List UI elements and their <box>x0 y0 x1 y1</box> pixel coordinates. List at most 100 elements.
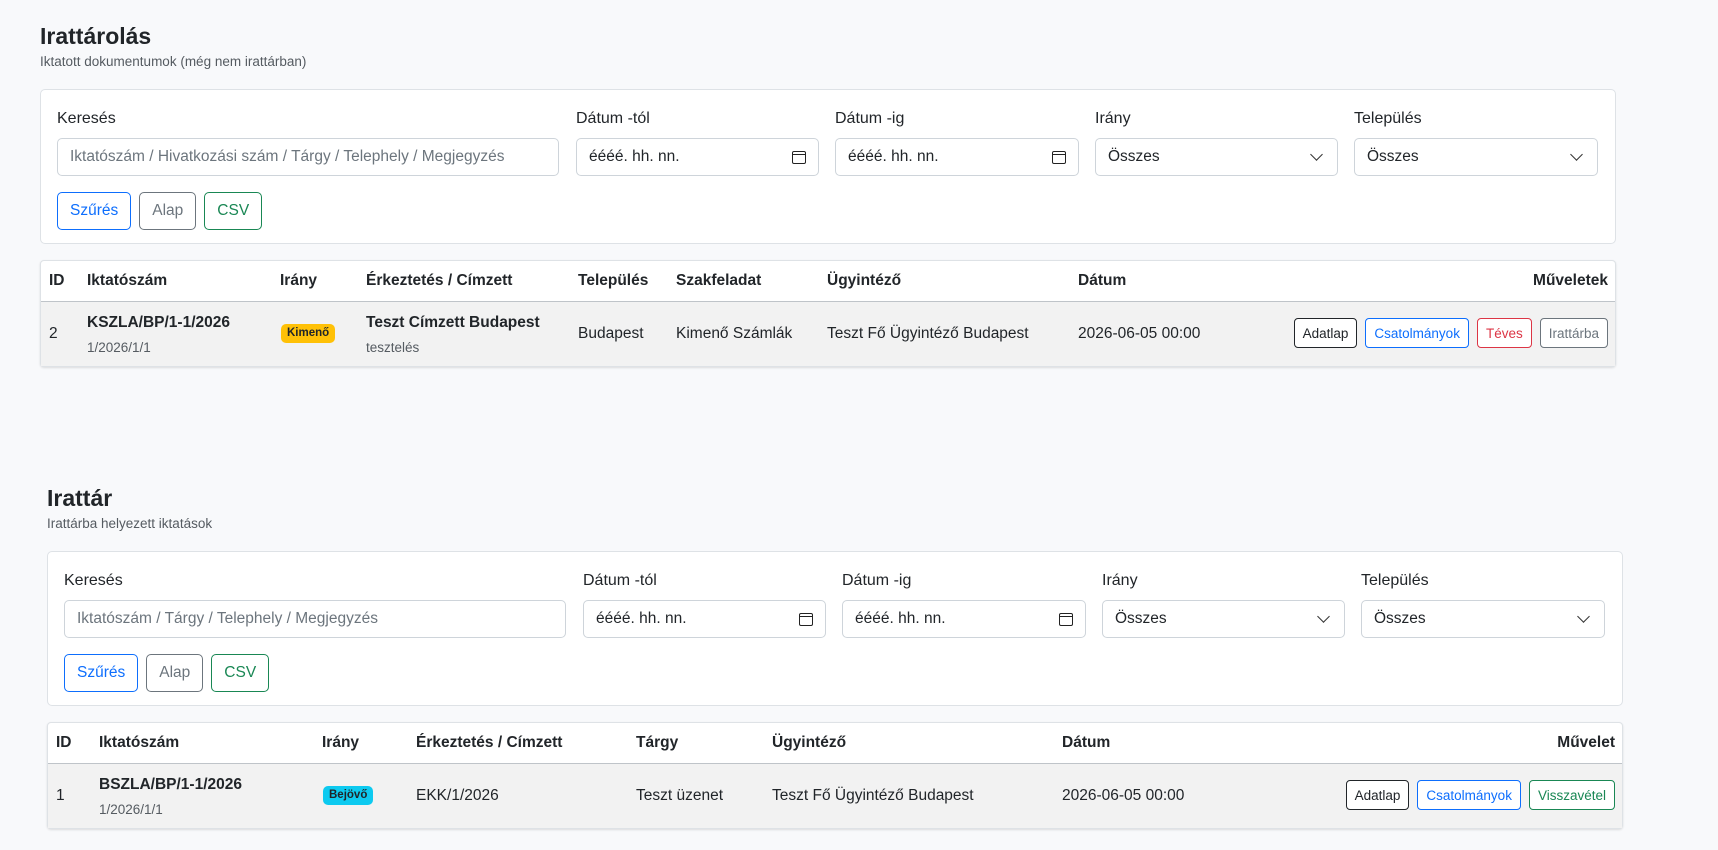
date-from-group: Dátum -tól éééé. hh. nn. <box>583 571 826 638</box>
wrong-button[interactable]: Téves <box>1476 318 1532 348</box>
col-subject: Tárgy <box>636 734 679 751</box>
direction-value: Összes <box>1108 148 1160 165</box>
settlement-label: Település <box>1354 110 1422 127</box>
date-to-label: Dátum -ig <box>842 572 912 589</box>
row-date: 2026-06-05 00:00 <box>1078 325 1201 342</box>
row-task: Kimenő Számlák <box>676 325 793 342</box>
col-date: Dátum <box>1078 272 1127 289</box>
archiving-section: Irattárolás Iktatott dokumentumok (még n… <box>40 22 1616 367</box>
filter-button[interactable]: Szűrés <box>57 192 132 230</box>
details-button[interactable]: Adatlap <box>1345 780 1410 810</box>
settlement-value: Összes <box>1367 148 1419 165</box>
calendar-icon[interactable] <box>799 612 813 626</box>
col-date: Dátum <box>1062 734 1111 751</box>
direction-group: Irány Összes <box>1102 571 1345 638</box>
col-task: Szakfeladat <box>676 272 762 289</box>
date-from-placeholder: éééé. hh. nn. <box>596 610 687 627</box>
page-subtitle: Irattárba helyezett iktatások <box>47 516 213 531</box>
csv-button[interactable]: CSV <box>211 654 270 692</box>
documents-table: ID Iktatószám Irány Érkeztetés / Címzett… <box>40 260 1616 367</box>
archive-table: ID Iktatószám Irány Érkeztetés / Címzett… <box>47 722 1623 829</box>
row-reg-sub: 1/2026/1/1 <box>87 340 151 355</box>
col-id: ID <box>56 734 72 751</box>
search-input[interactable]: Iktatószám / Hivatkozási szám / Tárgy / … <box>57 138 559 176</box>
search-placeholder: Iktatószám / Hivatkozási szám / Tárgy / … <box>70 148 505 165</box>
col-direction: Irány <box>322 734 360 751</box>
row-date: 2026-06-05 00:00 <box>1062 787 1185 804</box>
search-group: Keresés Iktatószám / Hivatkozási szám / … <box>57 109 559 176</box>
date-to-label: Dátum -ig <box>835 110 905 127</box>
row-reg-number: KSZLA/BP/1-1/2026 <box>87 314 230 331</box>
row-recipient-sub: tesztelés <box>366 340 420 355</box>
table-row: 1 BSZLA/BP/1-1/2026 1/2026/1/1 Bejövő EK… <box>48 764 1622 828</box>
date-to-input[interactable]: éééé. hh. nn. <box>835 138 1079 176</box>
col-settlement: Település <box>578 272 649 289</box>
row-received: EKK/1/2026 <box>416 787 499 804</box>
direction-label: Irány <box>1102 572 1138 589</box>
col-reg-number: Iktatószám <box>99 734 180 751</box>
search-label: Keresés <box>64 572 123 589</box>
row-id: 2 <box>49 325 58 342</box>
direction-select[interactable]: Összes <box>1095 138 1338 176</box>
search-input[interactable]: Iktatószám / Tárgy / Telephely / Megjegy… <box>64 600 566 638</box>
page-title: Irattár <box>47 485 113 511</box>
date-from-label: Dátum -tól <box>576 110 650 127</box>
date-to-placeholder: éééé. hh. nn. <box>848 148 939 165</box>
table-header: ID Iktatószám Irány Érkeztetés / Címzett… <box>41 261 1615 302</box>
row-officer: Teszt Fő Ügyintéző Budapest <box>772 787 974 804</box>
calendar-icon[interactable] <box>1059 612 1073 626</box>
row-subject: Teszt üzenet <box>636 787 724 804</box>
col-officer: Ügyintéző <box>772 734 847 751</box>
date-to-placeholder: éééé. hh. nn. <box>855 610 946 627</box>
details-button[interactable]: Adatlap <box>1293 318 1358 348</box>
page-subtitle: Iktatott dokumentumok (még nem irattárba… <box>40 54 307 69</box>
settlement-group: Település Összes <box>1361 571 1605 638</box>
date-to-group: Dátum -ig éééé. hh. nn. <box>842 571 1086 638</box>
col-received: Érkeztetés / Címzett <box>416 734 563 751</box>
direction-label: Irány <box>1095 110 1131 127</box>
attachments-button[interactable]: Csatolmányok <box>1365 318 1469 348</box>
row-settlement: Budapest <box>578 325 644 342</box>
reset-button[interactable]: Alap <box>139 192 197 230</box>
settlement-select[interactable]: Összes <box>1354 138 1598 176</box>
chevron-down-icon <box>1317 610 1330 623</box>
row-actions: Adatlap Csatolmányok Téves Irattárba <box>1293 318 1608 348</box>
settlement-group: Település Összes <box>1354 109 1598 176</box>
filter-buttons: Szűrés Alap CSV <box>64 654 270 692</box>
row-reg-number: BSZLA/BP/1-1/2026 <box>99 776 242 793</box>
date-from-input[interactable]: éééé. hh. nn. <box>576 138 819 176</box>
filter-card: Keresés Iktatószám / Tárgy / Telephely /… <box>47 551 1623 706</box>
direction-select[interactable]: Összes <box>1102 600 1345 638</box>
settlement-select[interactable]: Összes <box>1361 600 1605 638</box>
col-officer: Ügyintéző <box>827 272 902 289</box>
reset-button[interactable]: Alap <box>146 654 204 692</box>
chevron-down-icon <box>1577 610 1590 623</box>
row-actions: Adatlap Csatolmányok Visszavétel <box>1345 780 1615 810</box>
direction-badge: Kimenő <box>281 324 336 343</box>
calendar-icon[interactable] <box>792 150 806 164</box>
chevron-down-icon <box>1570 148 1583 161</box>
date-to-group: Dátum -ig éééé. hh. nn. <box>835 109 1079 176</box>
row-officer: Teszt Fő Ügyintéző Budapest <box>827 325 1029 342</box>
date-from-input[interactable]: éééé. hh. nn. <box>583 600 826 638</box>
row-id: 1 <box>56 787 65 804</box>
retrieve-button[interactable]: Visszavétel <box>1528 780 1615 810</box>
filter-buttons: Szűrés Alap CSV <box>57 192 263 230</box>
row-recipient: Teszt Címzett Budapest <box>366 314 540 331</box>
csv-button[interactable]: CSV <box>204 192 263 230</box>
search-group: Keresés Iktatószám / Tárgy / Telephely /… <box>64 571 566 638</box>
page-title: Irattárolás <box>40 23 152 49</box>
settlement-label: Település <box>1361 572 1429 589</box>
col-reg-number: Iktatószám <box>87 272 168 289</box>
col-direction: Irány <box>280 272 318 289</box>
attachments-button[interactable]: Csatolmányok <box>1417 780 1521 810</box>
calendar-icon[interactable] <box>1052 150 1066 164</box>
date-to-input[interactable]: éééé. hh. nn. <box>842 600 1086 638</box>
filter-button[interactable]: Szűrés <box>64 654 139 692</box>
archive-section: Irattár Irattárba helyezett iktatások Ke… <box>47 484 1623 829</box>
date-from-label: Dátum -tól <box>583 572 657 589</box>
table-row: 2 KSZLA/BP/1-1/2026 1/2026/1/1 Kimenő Te… <box>41 302 1615 366</box>
direction-badge: Bejövő <box>323 786 374 805</box>
to-archive-button[interactable]: Irattárba <box>1539 318 1608 348</box>
row-reg-sub: 1/2026/1/1 <box>99 802 163 817</box>
